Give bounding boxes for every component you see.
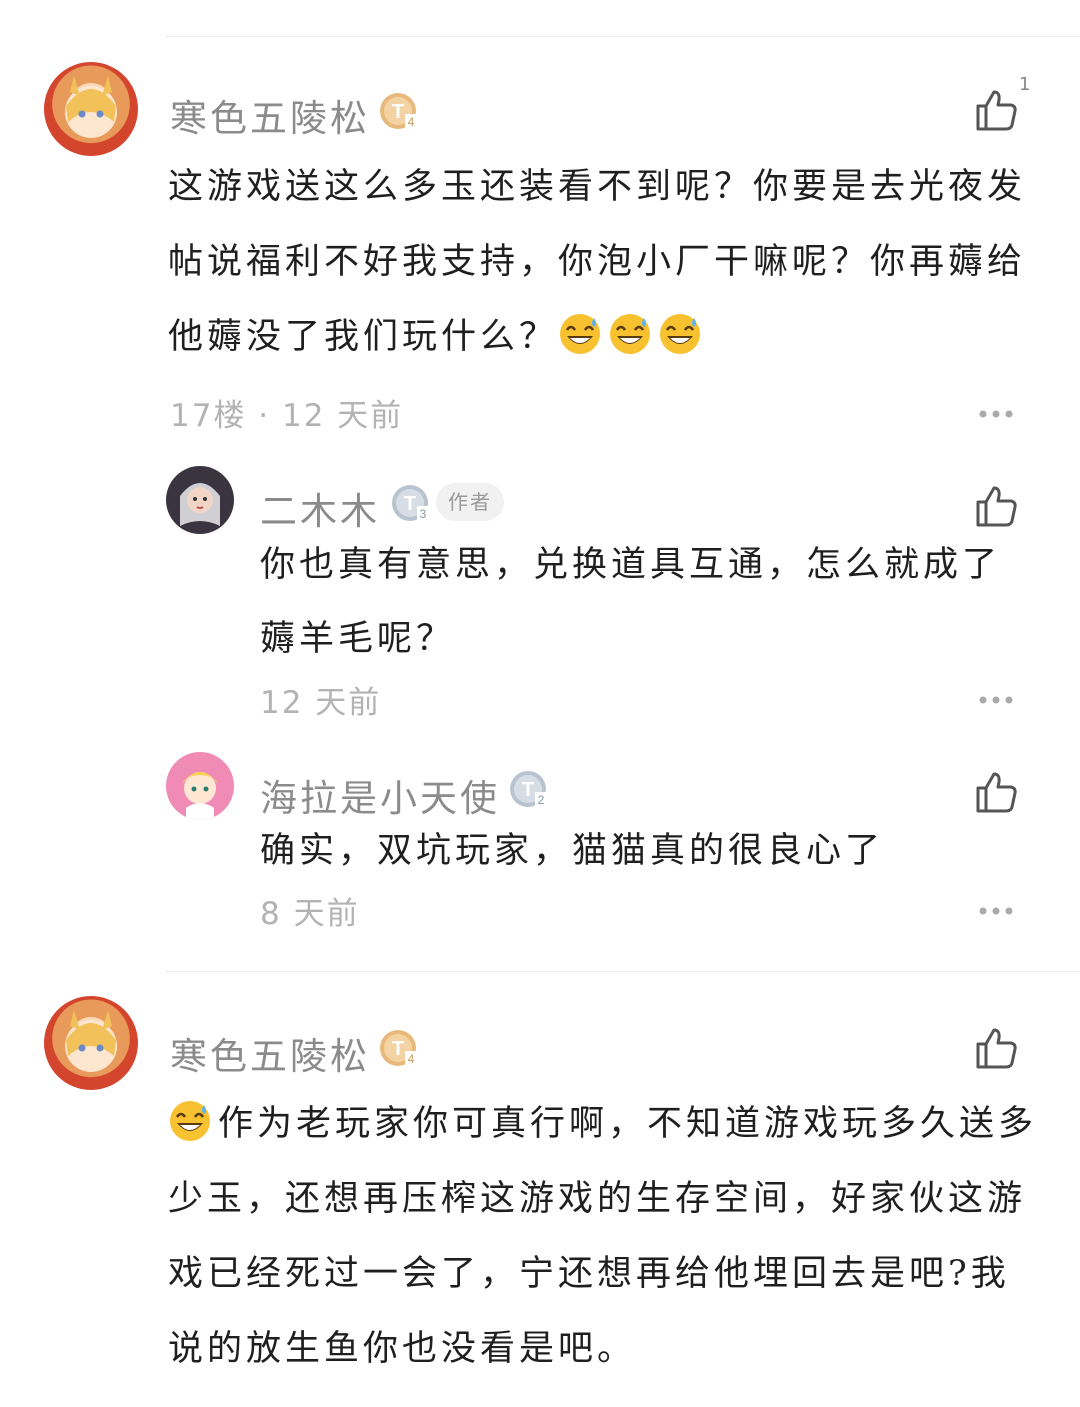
thumbs-up-icon[interactable]: [974, 484, 1018, 528]
floor-and-time: 17楼 · 12 天前: [170, 398, 404, 434]
sweat-smile-emoji: [660, 314, 701, 354]
thumbs-up-icon[interactable]: [974, 88, 1018, 132]
level-badge-icon: T 3: [392, 485, 429, 521]
author-tag: 作者: [436, 483, 504, 521]
thumbs-up-icon[interactable]: [974, 770, 1018, 814]
avatar-illustration: [65, 76, 117, 138]
avatar[interactable]: [166, 466, 234, 534]
svg-text:T: T: [392, 101, 404, 123]
username[interactable]: 寒色五陵松: [170, 1026, 370, 1080]
svg-text:3: 3: [420, 507, 427, 521]
more-dots-icon[interactable]: [978, 906, 1014, 916]
avatar-illustration: [65, 1010, 117, 1072]
svg-text:4: 4: [408, 115, 415, 129]
username[interactable]: 二木木: [260, 481, 380, 535]
more-dots-icon[interactable]: [978, 695, 1014, 705]
avatar-illustration: [180, 483, 220, 526]
reply-time: 8 天前: [260, 896, 360, 932]
level-badge-icon: T 4: [380, 93, 417, 129]
reply-time: 12 天前: [260, 685, 382, 721]
username[interactable]: 寒色五陵松: [170, 88, 370, 142]
svg-text:T: T: [392, 1038, 404, 1060]
avatar[interactable]: [166, 752, 234, 820]
svg-text:4: 4: [408, 1052, 415, 1066]
reply-text: 你也真有意思，兑换道具互通，怎么就成了 薅羊毛呢？: [260, 545, 1002, 659]
avatar-illustration: [182, 772, 218, 820]
reply-text: 确实，双坑玩家，猫猫真的很良心了: [260, 831, 885, 871]
thumbs-up-icon[interactable]: [974, 1026, 1018, 1070]
sweat-smile-emoji: [610, 314, 651, 354]
level-badge-icon: T 2: [510, 771, 547, 807]
more-dots-icon[interactable]: [978, 409, 1014, 419]
svg-text:2: 2: [538, 793, 545, 807]
sweat-smile-emoji: [170, 1101, 210, 1141]
like-count: 1: [1019, 74, 1031, 95]
avatar[interactable]: [44, 996, 138, 1090]
comment-text: 这游戏送这么多玉还装看不到呢？你要是去光夜发 帖说福利不好我支持，你泡小厂干嘛呢…: [168, 167, 1027, 357]
level-badge-icon: T 4: [380, 1030, 417, 1066]
avatar[interactable]: [44, 62, 138, 156]
sweat-smile-emoji: [560, 314, 601, 354]
top-divider: [165, 36, 1080, 37]
comment-divider: [165, 971, 1080, 972]
svg-text:T: T: [404, 493, 416, 515]
comment-text: 作为老玩家你可真行啊，不知道游戏玩多久送多 少玉，还想再压榨这游戏的生存空间，好…: [168, 1087, 1058, 1387]
svg-text:T: T: [522, 779, 534, 801]
